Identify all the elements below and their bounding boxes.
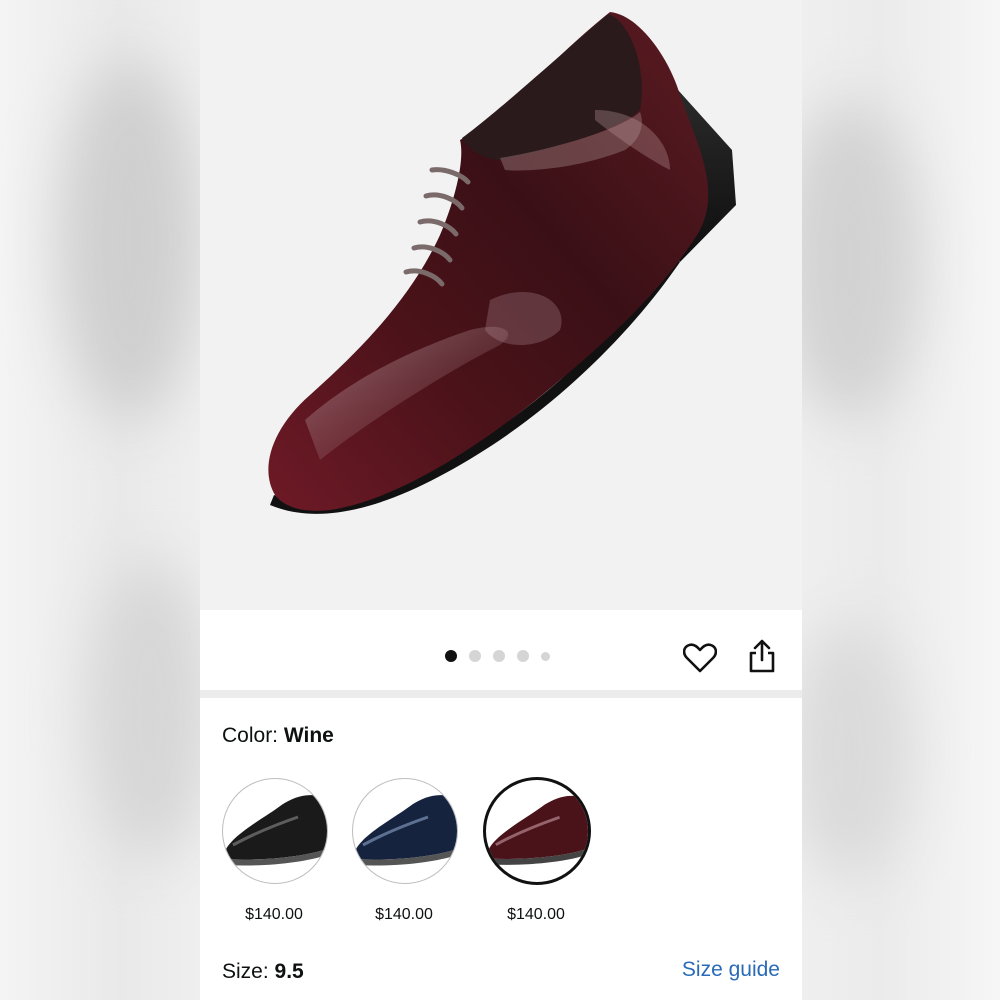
blue-shoe-thumbnail [355, 795, 457, 866]
size-label-prefix: Size: [222, 960, 269, 983]
swatch-price-blue: $140.00 [375, 906, 433, 923]
pagination-dot-5[interactable] [541, 651, 550, 661]
size-label: Size: 9.5 [222, 960, 304, 984]
share-icon [749, 639, 775, 673]
selected-color-value: Wine [283, 724, 334, 747]
image-pagination [445, 650, 550, 662]
image-action-bar [200, 610, 802, 690]
blurred-background-left [0, 0, 200, 1000]
shoe-image [268, 12, 736, 514]
selected-size-value: 9.5 [274, 960, 304, 983]
section-divider [200, 690, 802, 698]
pagination-dot-4[interactable] [517, 650, 529, 662]
heart-icon [683, 643, 717, 673]
wine-shoe-thumbnail [487, 795, 588, 865]
swatch-price-wine: $140.00 [507, 906, 565, 923]
blurred-background-right [800, 0, 1000, 1000]
color-swatch-black[interactable] [222, 778, 328, 884]
swatch-price-black: $140.00 [245, 906, 303, 923]
pagination-dot-1[interactable] [445, 650, 457, 662]
color-swatch-blue[interactable] [352, 778, 458, 884]
favorite-button[interactable] [680, 638, 720, 678]
black-shoe-thumbnail [225, 795, 327, 866]
product-page: Color: Wine $140.00 $140.00 $140.00 Size… [200, 0, 802, 1000]
color-label: Color: Wine [222, 724, 334, 748]
pagination-dot-2[interactable] [469, 650, 481, 662]
variation-section: Color: Wine $140.00 $140.00 $140.00 Size… [200, 698, 802, 1000]
share-button[interactable] [742, 636, 782, 676]
color-swatch-wine[interactable] [483, 777, 591, 885]
product-image[interactable] [200, 0, 802, 610]
color-label-prefix: Color: [222, 724, 279, 747]
pagination-dot-3[interactable] [493, 650, 505, 662]
size-guide-link[interactable]: Size guide [682, 958, 780, 982]
